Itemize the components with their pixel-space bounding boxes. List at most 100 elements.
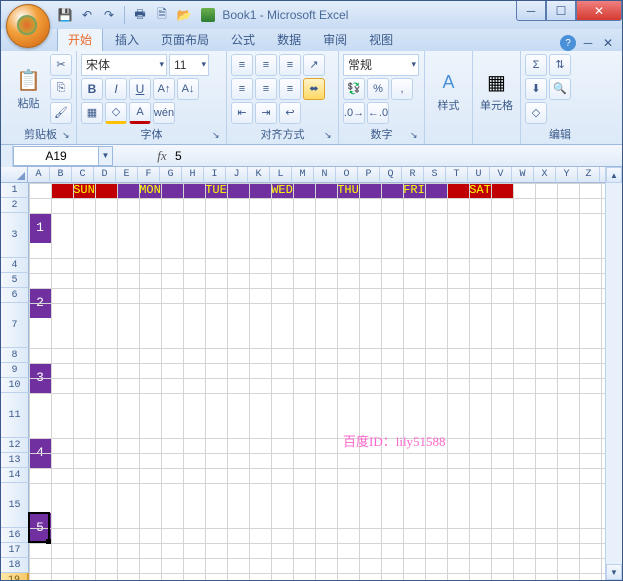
row-header[interactable]: 4 [1,258,29,273]
ribbon-minimize-icon[interactable]: ─ [580,35,596,51]
cut-icon[interactable]: ✂ [50,54,72,76]
clipboard-launcher-icon[interactable]: ↘ [62,130,74,142]
shrink-font-icon[interactable]: A↓ [177,78,199,100]
col-header[interactable]: D [94,167,116,183]
col-header[interactable]: F [138,167,160,183]
col-header[interactable]: A [28,167,50,183]
col-header[interactable]: M [292,167,314,183]
namebox-dropdown-icon[interactable]: ▼ [99,146,113,166]
find-icon[interactable]: 🔍 [549,78,571,100]
tab-review[interactable]: 审阅 [313,28,357,51]
font-name-combo[interactable]: 宋体 [81,54,167,76]
font-color-icon[interactable]: A [129,102,151,124]
redo-icon[interactable]: ↷ [99,5,119,25]
col-header[interactable]: P [358,167,380,183]
indent-inc-icon[interactable]: ⇥ [255,102,277,124]
help-icon[interactable]: ? [560,35,576,51]
align-left-icon[interactable]: ≡ [231,78,253,100]
row-header[interactable]: 16 [1,528,29,543]
align-center-icon[interactable]: ≡ [255,78,277,100]
autosum-icon[interactable]: Σ [525,54,547,76]
col-header[interactable]: C [72,167,94,183]
inc-decimal-icon[interactable]: .0→ [343,102,365,124]
fx-icon[interactable]: fx [153,147,171,165]
vertical-scrollbar[interactable]: ▲ ▼ [605,167,622,580]
row-header[interactable]: 5 [1,273,29,288]
number-launcher-icon[interactable]: ↘ [410,130,422,142]
tab-formula[interactable]: 公式 [221,28,265,51]
align-launcher-icon[interactable]: ↘ [324,130,336,142]
row-header[interactable]: 3 [1,213,29,258]
row-header[interactable]: 7 [1,303,29,348]
row-header[interactable]: 10 [1,378,29,393]
fill-icon[interactable]: ⬇ [525,78,547,100]
open-icon[interactable]: 📂 [174,5,194,25]
col-header[interactable]: G [160,167,182,183]
fill-color-icon[interactable]: ◇ [105,102,127,124]
sort-icon[interactable]: ⇅ [549,54,571,76]
formula-input[interactable] [171,146,622,166]
col-header[interactable]: S [424,167,446,183]
tab-start[interactable]: 开始 [57,27,103,51]
undo-icon[interactable]: ↶ [77,5,97,25]
font-launcher-icon[interactable]: ↘ [212,130,224,142]
tab-insert[interactable]: 插入 [105,28,149,51]
col-header[interactable]: Y [556,167,578,183]
format-painter-icon[interactable]: 🖌 [50,102,72,124]
wrap-text-icon[interactable]: ↩ [279,102,301,124]
col-header[interactable]: O [336,167,358,183]
paste-button[interactable]: 📋 粘贴 [9,53,48,124]
phonetic-icon[interactable]: wén [153,102,175,124]
tab-data[interactable]: 数据 [267,28,311,51]
font-size-combo[interactable]: 11 [169,54,209,76]
percent-icon[interactable]: % [367,78,389,100]
col-header[interactable]: T [446,167,468,183]
indent-dec-icon[interactable]: ⇤ [231,102,253,124]
row-header[interactable]: 15 [1,483,29,528]
scroll-down-icon[interactable]: ▼ [606,564,622,580]
save-icon[interactable]: 💾 [55,5,75,25]
align-middle-icon[interactable]: ≡ [255,54,277,76]
col-header[interactable]: X [534,167,556,183]
col-header[interactable]: R [402,167,424,183]
row-header[interactable]: 17 [1,543,29,558]
align-bottom-icon[interactable]: ≡ [279,54,301,76]
maximize-button[interactable]: ☐ [546,1,576,21]
align-right-icon[interactable]: ≡ [279,78,301,100]
cells-button[interactable]: ▦ 单元格 [477,53,516,128]
office-button[interactable] [6,4,50,48]
dec-decimal-icon[interactable]: ←.0 [367,102,389,124]
merge-icon[interactable]: ⬌ [303,78,325,100]
row-header[interactable]: 11 [1,393,29,438]
close-button[interactable]: ✕ [576,1,622,21]
col-header[interactable]: Q [380,167,402,183]
row-header[interactable]: 2 [1,198,29,213]
currency-icon[interactable]: 💱 [343,78,365,100]
col-header[interactable]: B [50,167,72,183]
col-header[interactable]: E [116,167,138,183]
clear-icon[interactable]: ◇ [525,102,547,124]
border-icon[interactable]: ▦ [81,102,103,124]
row-header[interactable]: 8 [1,348,29,363]
bold-button[interactable]: B [81,78,103,100]
minimize-button[interactable]: ─ [516,1,546,21]
number-format-combo[interactable]: 常规 [343,54,419,76]
row-header[interactable]: 6 [1,288,29,303]
row-header[interactable]: 19 [1,573,29,580]
select-all-corner[interactable] [1,167,28,183]
comma-icon[interactable]: , [391,78,413,100]
italic-button[interactable]: I [105,78,127,100]
tab-layout[interactable]: 页面布局 [151,28,219,51]
grow-font-icon[interactable]: A↑ [153,78,175,100]
col-header[interactable]: H [182,167,204,183]
print-icon[interactable]: 🖶 [130,5,150,25]
row-header[interactable]: 18 [1,558,29,573]
styles-button[interactable]: A 样式 [429,53,468,128]
underline-button[interactable]: U [129,78,151,100]
row-header[interactable]: 9 [1,363,29,378]
scroll-up-icon[interactable]: ▲ [606,167,622,183]
col-header[interactable]: N [314,167,336,183]
align-top-icon[interactable]: ≡ [231,54,253,76]
name-box[interactable] [13,146,99,166]
preview-icon[interactable]: 🗎 [152,5,172,25]
